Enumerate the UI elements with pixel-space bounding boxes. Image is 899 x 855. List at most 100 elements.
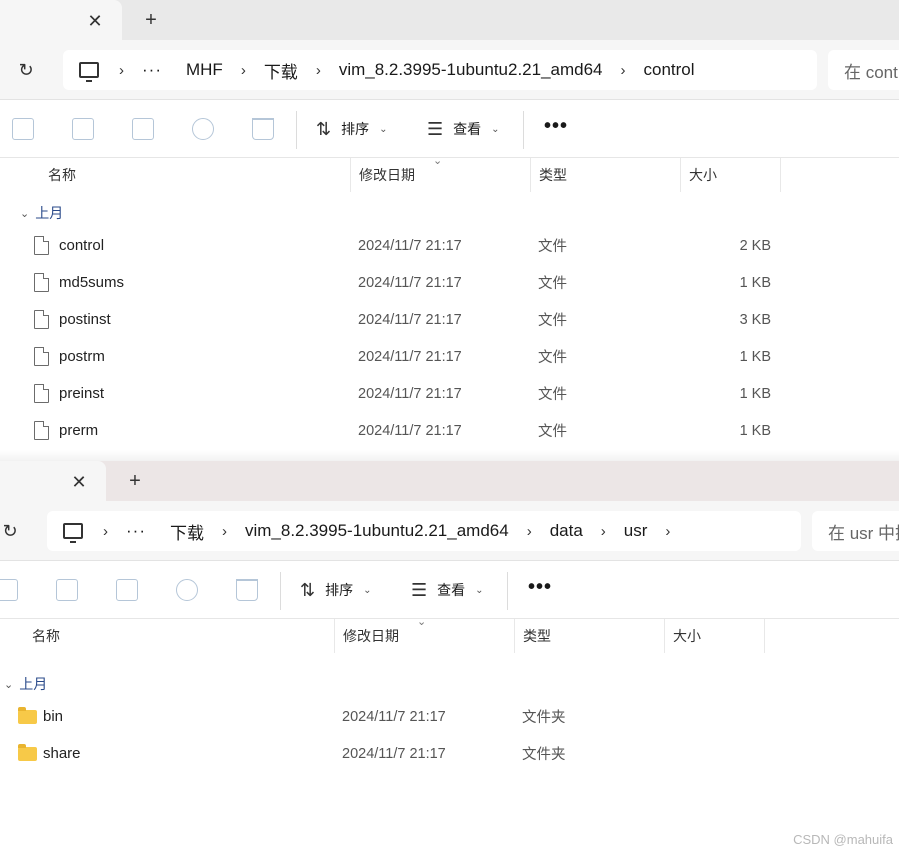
copy-icon[interactable]: [12, 118, 34, 140]
file-icon: [34, 310, 49, 329]
file-modified: 2024/11/7 21:17: [358, 385, 462, 402]
column-size[interactable]: 大小: [665, 619, 765, 653]
breadcrumb-item-downloads[interactable]: 下载: [164, 519, 210, 544]
more-options-button[interactable]: •••: [544, 115, 568, 138]
sort-button[interactable]: ⇅ 排序 ⌄: [300, 576, 371, 604]
breadcrumb-chevron-icon[interactable]: ›: [304, 62, 333, 79]
breadcrumb-overflow-button[interactable]: ···: [136, 60, 168, 80]
sort-button[interactable]: ⇅ 排序 ⌄: [316, 115, 387, 143]
group-header-last-month[interactable]: ⌄ 上月: [4, 669, 47, 699]
file-size: 1 KB: [739, 385, 771, 402]
table-row[interactable]: prerm 2024/11/7 21:17 文件 1 KB: [0, 412, 899, 449]
group-header-last-month[interactable]: ⌄ 上月: [20, 198, 63, 228]
column-type[interactable]: 类型: [515, 619, 665, 653]
sort-label: 排序: [325, 582, 354, 598]
breadcrumb-item-control[interactable]: control: [638, 60, 701, 80]
tab-bar: ✕ +: [0, 0, 899, 40]
breadcrumb-item-vim-package[interactable]: vim_8.2.3995-1ubuntu2.21_amd64: [239, 521, 515, 541]
file-type: 文件: [538, 276, 567, 292]
new-tab-icon[interactable]: +: [139, 8, 163, 32]
file-icon: [34, 273, 49, 292]
breadcrumb-chevron-icon[interactable]: ›: [229, 62, 258, 79]
breadcrumb-chevron-icon[interactable]: ›: [589, 523, 618, 540]
file-name-cell: prerm: [34, 412, 334, 449]
column-type[interactable]: 类型: [531, 158, 681, 192]
view-icon: ☰: [411, 579, 428, 600]
toolbar-divider: [507, 572, 508, 610]
breadcrumb-chevron-icon[interactable]: ›: [107, 62, 136, 79]
file-modified: 2024/11/7 21:17: [358, 274, 462, 291]
file-icon: [34, 421, 49, 440]
table-row[interactable]: bin 2024/11/7 21:17 文件夹: [0, 698, 899, 735]
delete-icon[interactable]: [236, 579, 258, 601]
table-row[interactable]: preinst 2024/11/7 21:17 文件 1 KB: [0, 375, 899, 412]
column-name[interactable]: 名称: [40, 158, 351, 192]
file-modified: 2024/11/7 21:17: [358, 311, 462, 328]
breadcrumb-chevron-icon[interactable]: ›: [91, 523, 120, 540]
breadcrumb-item-vim-package[interactable]: vim_8.2.3995-1ubuntu2.21_amd64: [333, 60, 609, 80]
view-button[interactable]: ☰ 查看 ⌄: [427, 115, 500, 143]
paste-icon[interactable]: [72, 118, 94, 140]
table-row[interactable]: postrm 2024/11/7 21:17 文件 1 KB: [0, 338, 899, 375]
breadcrumb-item-mhf[interactable]: MHF: [180, 60, 229, 80]
breadcrumb[interactable]: › ··· MHF › 下载 › vim_8.2.3995-1ubuntu2.2…: [63, 50, 817, 90]
command-bar: ⇅ 排序 ⌄ ☰ 查看 ⌄ •••: [0, 562, 899, 619]
search-input[interactable]: 在 usr 中搜索: [812, 511, 899, 551]
breadcrumb-item-downloads[interactable]: 下载: [258, 58, 304, 83]
breadcrumb-chevron-icon[interactable]: ›: [609, 62, 638, 79]
this-pc-icon[interactable]: [63, 523, 83, 543]
column-header: 名称 修改日期 ⌄ 类型 大小: [0, 616, 899, 653]
refresh-icon[interactable]: ↻: [0, 519, 22, 543]
column-name[interactable]: 名称: [24, 619, 335, 653]
table-row[interactable]: share 2024/11/7 21:17 文件夹: [0, 735, 899, 772]
breadcrumb-chevron-icon[interactable]: ›: [653, 523, 682, 540]
column-modified-label: 修改日期: [359, 167, 415, 183]
column-modified-label: 修改日期: [343, 628, 399, 644]
new-tab-icon[interactable]: +: [123, 469, 147, 493]
column-size[interactable]: 大小: [681, 158, 781, 192]
breadcrumb[interactable]: › ··· 下载 › vim_8.2.3995-1ubuntu2.21_amd6…: [47, 511, 801, 551]
table-row[interactable]: postinst 2024/11/7 21:17 文件 3 KB: [0, 301, 899, 338]
delete-icon[interactable]: [252, 118, 274, 140]
rename-icon[interactable]: [116, 579, 138, 601]
breadcrumb-item-data[interactable]: data: [544, 521, 589, 541]
search-input[interactable]: 在 control 中搜索: [828, 50, 899, 90]
file-size: 3 KB: [739, 311, 771, 328]
chevron-down-icon: ⌄: [363, 584, 372, 596]
close-tab-icon[interactable]: ✕: [84, 10, 106, 32]
close-tab-icon[interactable]: ✕: [68, 471, 90, 493]
folder-name: bin: [43, 708, 64, 725]
file-name-cell: preinst: [34, 375, 334, 412]
file-name: postrm: [59, 348, 105, 365]
breadcrumb-item-usr[interactable]: usr: [618, 521, 654, 541]
tab-control[interactable]: ✕: [0, 0, 122, 40]
table-row[interactable]: md5sums 2024/11/7 21:17 文件 1 KB: [0, 264, 899, 301]
table-row[interactable]: control 2024/11/7 21:17 文件 2 KB: [0, 227, 899, 264]
tab-usr[interactable]: ✕: [0, 461, 106, 501]
folder-name-cell: share: [18, 735, 318, 772]
share-icon[interactable]: [176, 579, 198, 601]
folder-type: 文件夹: [522, 710, 566, 726]
breadcrumb-chevron-icon[interactable]: ›: [515, 523, 544, 540]
this-pc-icon[interactable]: [79, 62, 99, 82]
column-modified[interactable]: 修改日期 ⌄: [351, 155, 531, 192]
file-type: 文件: [538, 313, 567, 329]
paste-icon[interactable]: [56, 579, 78, 601]
file-name: postinst: [59, 311, 111, 328]
copy-icon[interactable]: [0, 579, 18, 601]
file-modified: 2024/11/7 21:17: [358, 422, 462, 439]
more-options-button[interactable]: •••: [528, 576, 552, 599]
file-name-cell: postrm: [34, 338, 334, 375]
rename-icon[interactable]: [132, 118, 154, 140]
sort-icon: ⇅: [300, 579, 316, 600]
file-modified: 2024/11/7 21:17: [358, 348, 462, 365]
column-modified[interactable]: 修改日期 ⌄: [335, 616, 515, 653]
view-button[interactable]: ☰ 查看 ⌄: [411, 576, 484, 604]
share-icon[interactable]: [192, 118, 214, 140]
refresh-icon[interactable]: ↻: [14, 58, 38, 82]
folder-icon: [18, 706, 37, 724]
breadcrumb-overflow-button[interactable]: ···: [120, 521, 152, 541]
file-name: control: [59, 237, 105, 254]
breadcrumb-chevron-icon[interactable]: ›: [210, 523, 239, 540]
chevron-down-icon: ⌄: [379, 123, 388, 135]
